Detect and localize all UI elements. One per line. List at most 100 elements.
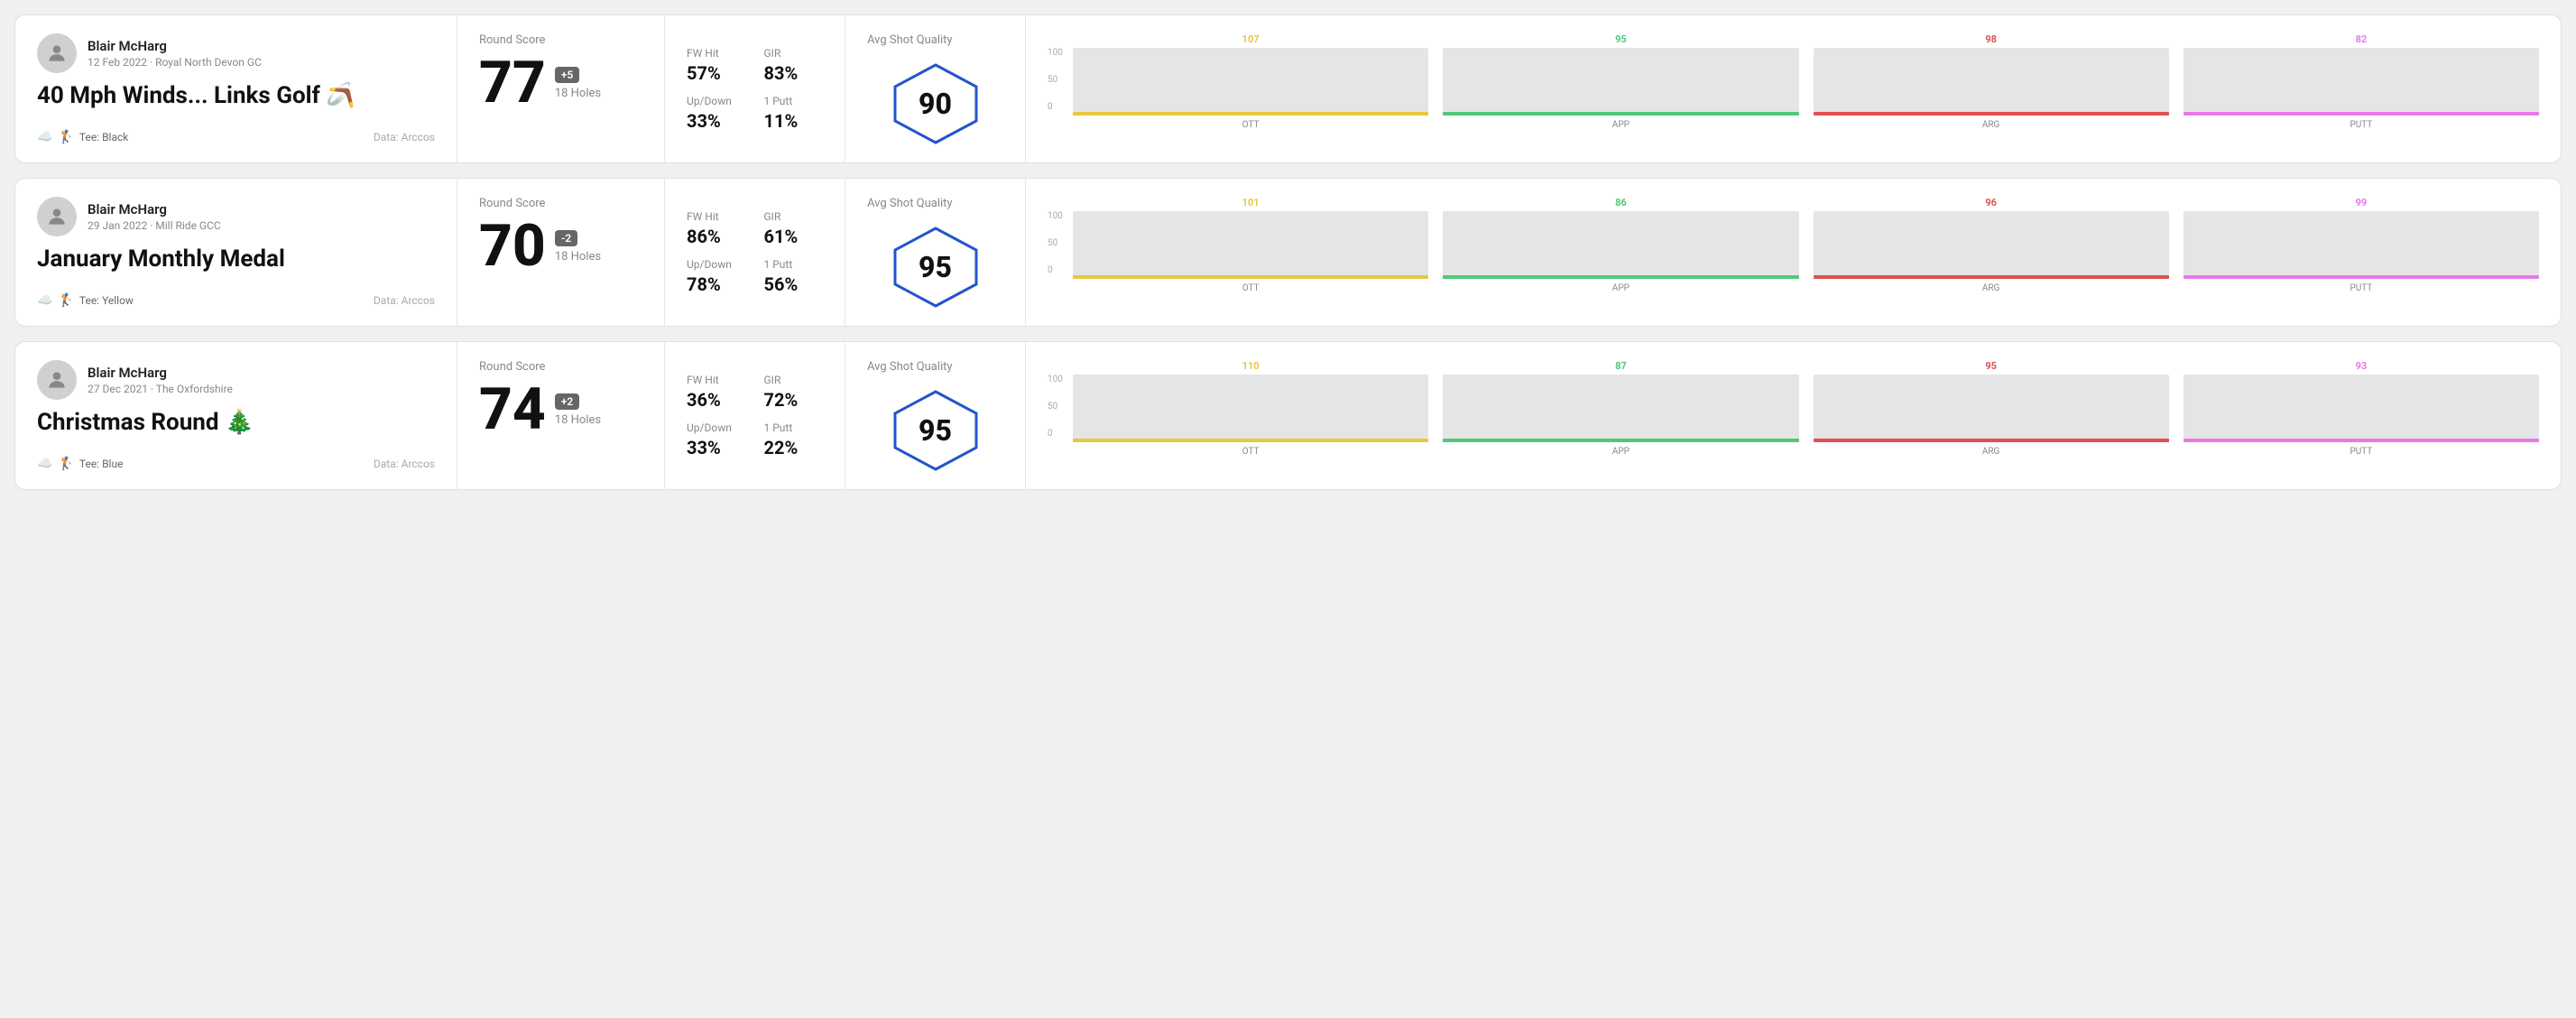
date-course-0: 12 Feb 2022 · Royal North Devon GC xyxy=(88,56,262,69)
bar-col-app: 86 APP xyxy=(1443,197,1798,293)
updown-label-1: Up/Down xyxy=(687,258,746,271)
bar-line-arg xyxy=(1814,439,2169,442)
tee-info-2: ☁️ 🏌 Tee: Blue xyxy=(37,457,123,471)
bar-inner-app xyxy=(1443,211,1798,279)
bar-col-ott: 101 OTT xyxy=(1073,197,1428,293)
card-footer-1: ☁️ 🏌 Tee: Yellow Data: Arccos xyxy=(37,293,435,308)
bar-label-app: APP xyxy=(1612,283,1630,293)
bar-value-arg: 96 xyxy=(1985,197,1997,208)
avatar-1 xyxy=(37,197,77,236)
bar-label-arg: ARG xyxy=(1982,447,2000,457)
data-source-1: Data: Arccos xyxy=(374,294,435,307)
bar-line-putt xyxy=(2184,439,2539,442)
updown-value-1: 78% xyxy=(687,273,746,295)
fw-hit-value-0: 57% xyxy=(687,62,746,84)
user-info-1: Blair McHarg 29 Jan 2022 · Mill Ride GCC xyxy=(37,197,435,236)
tee-info-1: ☁️ 🏌 Tee: Yellow xyxy=(37,293,134,308)
bag-icon-0: 🏌 xyxy=(58,130,73,144)
tee-label-1: Tee: Yellow xyxy=(79,294,134,307)
gir-label-0: GIR xyxy=(764,47,824,60)
bar-label-ott: OTT xyxy=(1242,283,1260,293)
bar-value-putt: 82 xyxy=(2356,33,2368,45)
oneputt-2: 1 Putt 22% xyxy=(764,421,824,458)
bar-line-arg xyxy=(1814,275,2169,279)
bar-col-putt: 82 PUTT xyxy=(2184,33,2539,130)
oneputt-label-0: 1 Putt xyxy=(764,95,824,107)
updown-0: Up/Down 33% xyxy=(687,95,746,132)
hexagon-container-1: 95 xyxy=(867,227,1003,308)
bar-inner-arg xyxy=(1814,48,2169,116)
bar-line-app xyxy=(1443,275,1798,279)
user-name-0: Blair McHarg xyxy=(88,38,262,54)
card-left-0: Blair McHarg 12 Feb 2022 · Royal North D… xyxy=(15,15,457,162)
card-footer-0: ☁️ 🏌 Tee: Black Data: Arccos xyxy=(37,130,435,144)
bar-value-ott: 110 xyxy=(1242,360,1260,372)
hexagon-2: 95 xyxy=(891,390,981,471)
card-middle-1: Round Score 70 -2 18 Holes xyxy=(457,179,665,326)
bar-label-ott: OTT xyxy=(1242,447,1260,457)
card-chart-2: 100 50 0 110 OTT 87 APP 95 AR xyxy=(1026,342,2561,489)
data-source-0: Data: Arccos xyxy=(374,131,435,143)
bar-bg-ott xyxy=(1073,48,1428,116)
bar-label-ott: OTT xyxy=(1242,120,1260,130)
fw-hit-value-2: 36% xyxy=(687,389,746,411)
bar-label-putt: PUTT xyxy=(2350,283,2372,293)
oneputt-1: 1 Putt 56% xyxy=(764,258,824,295)
card-footer-2: ☁️ 🏌 Tee: Blue Data: Arccos xyxy=(37,457,435,471)
bar-line-putt xyxy=(2184,275,2539,279)
bar-col-ott: 110 OTT xyxy=(1073,360,1428,457)
bar-inner-putt xyxy=(2184,48,2539,116)
fw-hit-0: FW Hit 57% xyxy=(687,47,746,84)
gir-label-1: GIR xyxy=(764,210,824,223)
score-number-2: 74 xyxy=(479,381,546,439)
score-badge-0: +5 xyxy=(555,67,579,83)
bar-col-app: 87 APP xyxy=(1443,360,1798,457)
hex-score-2: 95 xyxy=(919,413,952,448)
user-info-0: Blair McHarg 12 Feb 2022 · Royal North D… xyxy=(37,33,435,73)
round-title-0: 40 Mph Winds... Links Golf 🪃 xyxy=(37,82,435,110)
data-source-2: Data: Arccos xyxy=(374,458,435,470)
bar-label-putt: PUTT xyxy=(2350,447,2372,457)
bar-line-putt xyxy=(2184,112,2539,116)
bag-icon-2: 🏌 xyxy=(58,457,73,471)
stats-grid-1: FW Hit 86% GIR 61% Up/Down 78% 1 Putt 56… xyxy=(687,210,823,295)
bar-col-arg: 96 ARG xyxy=(1814,197,2169,293)
oneputt-value-2: 22% xyxy=(764,437,824,458)
bar-line-ott xyxy=(1073,112,1428,116)
holes-label-1: 18 Holes xyxy=(555,250,601,264)
updown-1: Up/Down 78% xyxy=(687,258,746,295)
score-badge-1: -2 xyxy=(555,230,577,246)
gir-2: GIR 72% xyxy=(764,374,824,411)
hexagon-1: 95 xyxy=(891,227,981,308)
bar-bg-app xyxy=(1443,211,1798,279)
hex-score-0: 90 xyxy=(919,87,952,121)
updown-2: Up/Down 33% xyxy=(687,421,746,458)
score-badge-wrap-2: +2 18 Holes xyxy=(555,393,601,427)
bar-value-app: 86 xyxy=(1615,197,1627,208)
holes-label-2: 18 Holes xyxy=(555,413,601,427)
avatar-0 xyxy=(37,33,77,73)
card-quality-0: Avg Shot Quality 90 xyxy=(845,15,1026,162)
round-title-1: January Monthly Medal xyxy=(37,245,435,273)
bar-col-ott: 107 OTT xyxy=(1073,33,1428,130)
score-row-2: 74 +2 18 Holes xyxy=(479,381,642,439)
card-chart-0: 100 50 0 107 OTT 95 APP 98 AR xyxy=(1026,15,2561,162)
score-number-0: 77 xyxy=(479,54,546,112)
score-number-1: 70 xyxy=(479,217,546,275)
gir-0: GIR 83% xyxy=(764,47,824,84)
gir-1: GIR 61% xyxy=(764,210,824,247)
user-name-2: Blair McHarg xyxy=(88,365,233,381)
card-left-2: Blair McHarg 27 Dec 2021 · The Oxfordshi… xyxy=(15,342,457,489)
fw-hit-label-2: FW Hit xyxy=(687,374,746,386)
round-card-2: Blair McHarg 27 Dec 2021 · The Oxfordshi… xyxy=(14,341,2562,490)
bar-bg-app xyxy=(1443,375,1798,442)
bar-bg-arg xyxy=(1814,48,2169,116)
stats-grid-0: FW Hit 57% GIR 83% Up/Down 33% 1 Putt 11… xyxy=(687,47,823,132)
avg-shot-quality-label-2: Avg Shot Quality xyxy=(867,360,953,374)
card-left-1: Blair McHarg 29 Jan 2022 · Mill Ride GCC… xyxy=(15,179,457,326)
user-text-1: Blair McHarg 29 Jan 2022 · Mill Ride GCC xyxy=(88,201,221,232)
round-score-label-1: Round Score xyxy=(479,197,642,210)
bar-col-arg: 98 ARG xyxy=(1814,33,2169,130)
oneputt-value-1: 56% xyxy=(764,273,824,295)
hexagon-container-0: 90 xyxy=(867,63,1003,144)
